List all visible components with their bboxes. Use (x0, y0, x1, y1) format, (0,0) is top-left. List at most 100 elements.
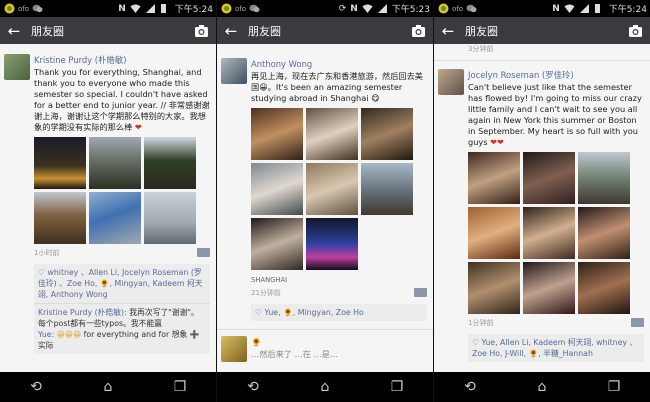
app-bar: ← 朋友圈 (217, 17, 433, 44)
photo[interactable] (468, 152, 520, 204)
photo[interactable] (89, 137, 141, 189)
post-author[interactable]: Kristine Purdy (朴皓敏) (34, 54, 210, 66)
likes-list: ♡ Yue, 🌻, Mingyan, Zoe Ho (251, 304, 427, 321)
moments-feed[interactable]: 3分钟前 Jocelyn Roseman (罗佳玲) Can't believe… (434, 44, 650, 372)
back-arrow-icon[interactable]: ← (217, 22, 245, 40)
more-comment-icon[interactable] (414, 288, 427, 297)
moments-feed[interactable]: Anthony Wong 再见上海，现在去广东和香港旅游，然后回去美国😀。It'… (217, 44, 433, 372)
photo[interactable] (89, 192, 141, 244)
camera-icon[interactable] (628, 23, 643, 37)
post-meta: 1分钟前 (468, 318, 644, 330)
avatar[interactable] (221, 336, 247, 362)
wifi-icon (130, 3, 141, 14)
photo[interactable] (578, 262, 630, 314)
ofo-icon: ofo (18, 4, 30, 13)
photo[interactable] (306, 163, 358, 215)
likes-list: ♡ whitney 、Allen Li, Jocelyn Roseman (罗佳… (34, 264, 210, 303)
photo[interactable] (144, 137, 196, 189)
ofo-icon: ofo (235, 4, 247, 13)
battery-icon (160, 3, 171, 14)
likes-names[interactable]: Yue, Allen Li, Kadeem 柯天翊, whitney 、Zoe … (472, 338, 637, 358)
photo[interactable] (523, 262, 575, 314)
photo[interactable] (523, 152, 575, 204)
post-location[interactable]: SHANGHAI (251, 276, 427, 284)
more-comment-icon[interactable] (197, 248, 210, 257)
signal-icon (377, 3, 388, 14)
post-author[interactable]: 🌻 (251, 336, 427, 348)
post-meta: 21分钟前 (251, 288, 427, 300)
like-heart-icon: ♡ (255, 308, 262, 317)
nav-bar: ⟲ ⌂ ❐ (217, 372, 433, 402)
nfc-icon: N (552, 3, 560, 14)
photo[interactable] (306, 108, 358, 160)
likes-names[interactable]: whitney 、Allen Li, Jocelyn Roseman (罗佳玲)… (38, 268, 203, 299)
comment-author[interactable]: Yue: (38, 330, 54, 339)
nfc-icon: N (350, 3, 358, 14)
camera-icon[interactable] (194, 23, 209, 37)
status-bar: ofo N 下午5:24 (434, 0, 650, 17)
wechat-icon (249, 3, 260, 14)
comment-author[interactable]: Kristine Purdy (朴皓敏): (38, 308, 127, 317)
post-text: …然后来了 …在 …是… (251, 349, 339, 359)
photo[interactable] (251, 163, 303, 215)
photo[interactable] (578, 152, 630, 204)
photo[interactable] (144, 192, 196, 244)
photo[interactable] (306, 218, 358, 270)
like-heart-icon: ♡ (38, 268, 45, 277)
status-bar: ofo ⟳ N 下午5:23 (217, 0, 433, 17)
phone-screen-1: ofo N 下午5:24 ← 朋友圈 Kristine Purdy (朴皓敏) … (0, 0, 216, 402)
post-text: 再见上海，现在去广东和香港旅游，然后回去美国😀。It's been an ama… (251, 71, 423, 103)
app-notification-icon (4, 3, 15, 14)
avatar[interactable] (221, 58, 247, 84)
heart-emoji-icon: ❤❤ (490, 137, 504, 147)
nav-home-icon[interactable]: ⌂ (315, 379, 335, 395)
avatar[interactable] (4, 54, 30, 80)
camera-icon[interactable] (411, 23, 426, 37)
post-divider (217, 329, 433, 330)
nav-recents-icon[interactable]: ❐ (604, 379, 624, 395)
nav-back-icon[interactable]: ⟲ (243, 379, 263, 395)
photo[interactable] (523, 207, 575, 259)
status-time: 下午5:23 (391, 5, 430, 15)
comments-list: Kristine Purdy (朴皓敏): 我再次写了"谢谢"。每个post都有… (34, 303, 210, 354)
post-text: Thank you for everything, Shanghai, and … (34, 67, 210, 133)
moments-feed[interactable]: Kristine Purdy (朴皓敏) Thank you for every… (0, 44, 216, 372)
phone-screen-2: ofo ⟳ N 下午5:23 ← 朋友圈 Anthony Wong 再见上海，现… (217, 0, 433, 402)
nav-recents-icon[interactable]: ❐ (387, 379, 407, 395)
nav-bar: ⟲ ⌂ ❐ (434, 372, 650, 402)
back-arrow-icon[interactable]: ← (434, 22, 462, 40)
wechat-icon (466, 3, 477, 14)
nav-back-icon[interactable]: ⟲ (460, 379, 480, 395)
more-comment-icon[interactable] (631, 318, 644, 327)
wifi-icon (362, 3, 373, 14)
nav-bar: ⟲ ⌂ ❐ (0, 372, 216, 402)
app-notification-icon (221, 3, 232, 14)
photo[interactable] (361, 163, 413, 215)
back-arrow-icon[interactable]: ← (0, 22, 28, 40)
post-text-body: Thank you for everything, Shanghai, and … (34, 67, 210, 132)
post-meta: 3分钟前 (468, 44, 644, 56)
post-time: 21分钟前 (251, 289, 281, 297)
photo[interactable] (251, 108, 303, 160)
post-author[interactable]: Anthony Wong (251, 58, 427, 70)
nav-back-icon[interactable]: ⟲ (26, 379, 46, 395)
photo[interactable] (361, 108, 413, 160)
comment[interactable]: Yue: 😁😁😁 for everything and for 想象 ➕实际 (38, 329, 206, 351)
photo[interactable] (251, 218, 303, 270)
sync-icon: ⟳ (338, 3, 347, 14)
nav-home-icon[interactable]: ⌂ (532, 379, 552, 395)
nav-home-icon[interactable]: ⌂ (98, 379, 118, 395)
photo[interactable] (34, 137, 86, 189)
signal-icon (579, 3, 590, 14)
nav-recents-icon[interactable]: ❐ (170, 379, 190, 395)
photo[interactable] (34, 192, 86, 244)
photo[interactable] (578, 207, 630, 259)
photo[interactable] (468, 207, 520, 259)
comment[interactable]: Kristine Purdy (朴皓敏): 我再次写了"谢谢"。每个post都有… (38, 307, 206, 329)
photo[interactable] (468, 262, 520, 314)
likes-names[interactable]: Yue, 🌻, Mingyan, Zoe Ho (264, 308, 363, 317)
app-bar: ← 朋友圈 (434, 17, 650, 44)
wifi-icon (564, 3, 575, 14)
post-author[interactable]: Jocelyn Roseman (罗佳玲) (468, 69, 644, 81)
avatar[interactable] (438, 69, 464, 95)
